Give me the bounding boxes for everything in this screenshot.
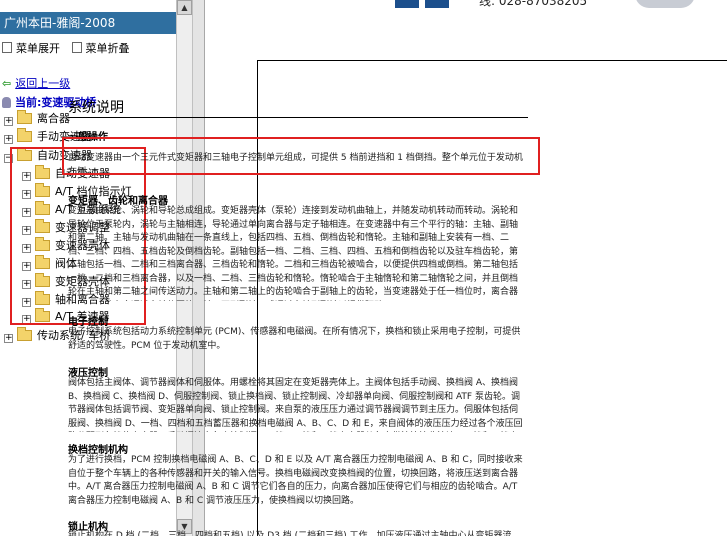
banner-block (395, 0, 419, 8)
expand-plus-icon[interactable]: + (4, 117, 13, 126)
section-body: 锁止机构在 D 档 (二档、三档、四档和五档) 以及 D3 档 (二档和三档) … (68, 531, 512, 536)
location-pin-icon (2, 97, 11, 108)
expand-plus-icon[interactable]: + (22, 226, 31, 235)
menu-expand-label: 菜单展开 (16, 42, 60, 55)
expand-plus-icon[interactable]: + (4, 334, 13, 343)
tree-item-clutch[interactable]: + 离合器 (4, 110, 70, 128)
back-arrow-icon: ⇦ (2, 77, 12, 90)
folder-icon (35, 165, 50, 179)
folder-icon (35, 273, 50, 287)
expand-plus-icon[interactable]: + (22, 262, 31, 271)
top-banner: 线: 028-87038205 (395, 0, 725, 14)
folder-icon (35, 201, 50, 215)
expand-plus-icon[interactable]: + (22, 208, 31, 217)
menu-collapse-label: 菜单折叠 (85, 42, 130, 55)
section-body: 变矩器由泵轮、涡轮和导轮总成组成。变矩器壳体（泵轮）连接到发动机曲轴上，并随发动… (68, 206, 519, 301)
banner-logo (635, 0, 695, 8)
document-icon (71, 42, 82, 53)
banner-phone: 线: 028-87038205 (479, 0, 588, 8)
folder-icon (17, 128, 32, 142)
document-icon (2, 42, 12, 53)
collapse-minus-icon[interactable]: − (4, 154, 13, 163)
back-row: ⇦ 返回上一级 (2, 75, 70, 91)
menu-expand-button[interactable]: 菜单展开 (2, 42, 60, 55)
menu-collapse-button[interactable]: 菜单折叠 (71, 42, 130, 55)
section-body: 电子控制系统包括动力系统控制单元 (PCM)、传感器和电磁阀。在所有情况下，换档… (68, 327, 521, 351)
expand-plus-icon[interactable]: + (22, 172, 31, 181)
document-title: 系统说明 (68, 100, 124, 116)
banner-block (425, 0, 449, 8)
folder-icon (17, 110, 32, 124)
folder-icon (35, 291, 50, 305)
back-link[interactable]: 返回上一级 (15, 77, 70, 90)
section-body: 自动变速器由一个三元件式变矩器和三轴电子控制单元组成，可提供 5 档前进挡和 1… (68, 153, 523, 177)
folder-icon (35, 308, 50, 322)
folder-icon (35, 219, 50, 233)
expand-plus-icon[interactable]: + (4, 135, 13, 144)
section-heading: 一般操作 (68, 132, 108, 143)
scroll-up-arrow-icon[interactable]: ▲ (177, 0, 192, 15)
app-title: 广州本田-雅阁-2008 (0, 12, 176, 34)
folder-icon (35, 183, 50, 197)
expand-plus-icon[interactable]: + (22, 244, 31, 253)
folder-icon (17, 327, 32, 341)
folder-icon (35, 255, 50, 269)
section-body: 为了进行换档，PCM 控制换档电磁阀 A、B、C、D 和 E 以及 A/T 离合… (68, 455, 523, 506)
title-divider (68, 117, 528, 118)
expand-plus-icon[interactable]: + (22, 190, 31, 199)
section-body: 阀体包括主阀体、调节器阀体和伺服体。用螺栓将其固定在变矩器壳体上。主阀体包括手动… (68, 378, 523, 429)
tree-item-label: 离合器 (37, 112, 70, 125)
expand-plus-icon[interactable]: + (22, 315, 31, 324)
folder-icon (35, 237, 50, 251)
menu-controls: 菜单展开 菜单折叠 (2, 40, 138, 56)
expand-plus-icon[interactable]: + (22, 298, 31, 307)
folder-open-icon (17, 147, 32, 161)
expand-plus-icon[interactable]: + (22, 280, 31, 289)
